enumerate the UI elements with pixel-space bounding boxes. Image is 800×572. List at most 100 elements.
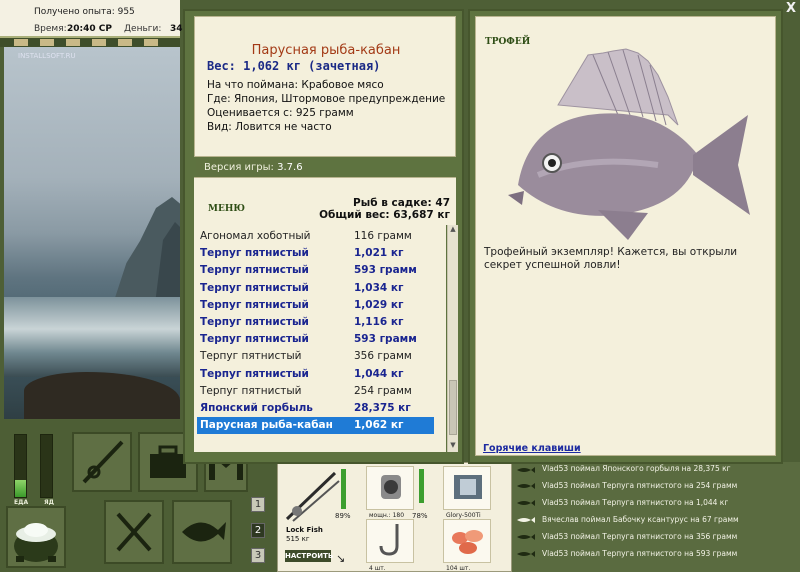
catch-row[interactable]: Парусная рыба-кабан 1,062 кг <box>197 417 434 435</box>
setup-button[interactable]: НАСТРОИТЬ <box>285 550 333 562</box>
feed-line: Вячеслав поймал Бабочку ксантурус на 67 … <box>542 515 739 524</box>
toolbar-button[interactable] <box>118 39 132 46</box>
line-caption: Glory-500Ti <box>446 512 481 519</box>
experience-text: Получено опыта: 955 <box>34 7 135 17</box>
feed-line: Vlad53 поймал Терпуга пятнистого на 593 … <box>542 549 738 558</box>
keepnet-total-weight: Общий вес: 63,687 кг <box>319 209 450 221</box>
page-button-1[interactable]: 1 <box>251 497 265 512</box>
fork-knife-icon <box>116 512 152 552</box>
tackle-panel: Lock Fish 515 кг 89% НАСТРОИТЬ ↘ мощн.: … <box>277 462 512 572</box>
catch-fish-weight: 1,021 кг <box>354 247 404 260</box>
catch-fish-name: Терпуг пятнистый <box>200 350 302 363</box>
toolbar-button[interactable] <box>40 39 54 46</box>
catch-fish-weight: 1,044 кг <box>354 367 404 380</box>
reel-caption: мощн.: 180 <box>369 512 405 519</box>
catch-fish-name: Терпуг пятнистый <box>200 264 309 277</box>
fish-icon <box>517 500 535 506</box>
reel-slot[interactable]: мощн.: 180 <box>366 466 414 519</box>
catch-row[interactable]: Терпуг пятнистый 1,116 кг <box>197 314 434 331</box>
catch-row[interactable]: Терпуг пятнистый 1,029 кг <box>197 297 434 314</box>
fish-icon <box>517 551 535 557</box>
catch-fish-weight: 1,062 кг <box>354 419 404 432</box>
catch-list-scrollbar[interactable]: ▲ ▼ <box>447 225 458 452</box>
catch-fish-weight: 356 грамм <box>354 350 412 363</box>
fish-button[interactable] <box>172 500 232 564</box>
feed-line: Vlad53 поймал Терпуга пятнистого на 1,04… <box>542 498 729 507</box>
version-value: 3.7.6 <box>277 162 303 173</box>
rod-percent: 89% <box>335 512 351 520</box>
line-slot[interactable]: Glory-500Ti <box>443 466 491 519</box>
catch-fish-name: Терпуг пятнистый <box>200 298 309 311</box>
time-label: Время: <box>34 24 67 34</box>
menu-button[interactable]: МЕНЮ <box>208 204 245 214</box>
rod-icon <box>82 440 124 484</box>
food-label: ЕДА <box>14 499 29 506</box>
fish-weight: Вес: 1,062 кг (зачетная) <box>207 59 381 73</box>
trophy-message: Трофейный экземпляр! Кажется, вы открыли… <box>484 246 738 271</box>
fishing-scene[interactable]: INSTALLSOFT.RU <box>4 47 180 419</box>
catch-row[interactable]: Агономал хоботный 116 грамм <box>197 228 434 245</box>
scroll-thumb[interactable] <box>449 380 457 435</box>
fish-icon <box>517 483 535 489</box>
status-bar: Получено опыта: 955 Время: 20:40 СР День… <box>0 0 183 38</box>
left-toolbar <box>0 38 180 47</box>
catch-fish-weight: 28,375 кг <box>354 402 411 414</box>
toolbar-button[interactable] <box>14 39 28 46</box>
rod-condition-bar <box>341 469 346 509</box>
catch-row[interactable]: Японский горбыль 28,375 кг <box>197 400 434 417</box>
catch-row[interactable]: Терпуг пятнистый 356 грамм <box>197 348 434 365</box>
close-button[interactable]: X <box>784 2 798 16</box>
catch-row[interactable]: Терпуг пятнистый 1,044 кг <box>197 366 434 383</box>
scroll-down-icon[interactable]: ▼ <box>448 441 458 452</box>
fish-location: Где: Япония, Штормовое предупреждение <box>207 93 446 105</box>
bait-slot[interactable]: 104 шт. <box>443 519 491 572</box>
groundbait-pot-button[interactable] <box>6 506 66 568</box>
catch-fish-name: Терпуг пятнистый <box>200 316 309 328</box>
catch-fish-name: Терпуг пятнистый <box>200 367 309 380</box>
catch-row[interactable]: Терпуг пятнистый 593 грамм <box>197 262 434 279</box>
kitchen-button[interactable] <box>104 500 164 564</box>
hotkeys-link[interactable]: Горячие клавиши <box>483 443 581 454</box>
keepnet-panel: Парусная рыба-кабан Вес: 1,062 кг (зачет… <box>183 9 464 464</box>
catch-fish-name: Терпуг пятнистый <box>200 247 309 260</box>
food-meter-fill <box>15 479 26 497</box>
scroll-up-icon[interactable]: ▲ <box>448 225 458 236</box>
page-button-3[interactable]: 3 <box>251 548 265 563</box>
rods-button[interactable] <box>72 432 132 492</box>
page-button-2[interactable]: 2 <box>251 523 265 538</box>
toolbar-button[interactable] <box>144 39 158 46</box>
sea-waves <box>4 297 180 377</box>
catch-row[interactable]: Терпуг пятнистый 593 грамм <box>197 331 434 348</box>
catch-fish-name: Терпуг пятнистый <box>200 281 309 294</box>
poison-meter <box>40 434 53 498</box>
fish-kind: Вид: Ловится не часто <box>207 121 332 133</box>
feed-line: Vlad53 поймал Японского горбыля на 28,37… <box>542 464 731 473</box>
poison-label: ЯД <box>44 499 54 506</box>
shore-rock <box>24 372 180 419</box>
catch-fish-weight: 1,116 кг <box>354 316 404 328</box>
hook-slot[interactable]: 4 шт. <box>366 519 414 572</box>
pot-icon <box>14 523 58 562</box>
catch-fish-name: Парусная рыба-кабан <box>200 419 333 432</box>
fish-valued-from: Оценивается с: 925 грамм <box>207 107 354 119</box>
hook-count: 4 шт. <box>369 565 386 572</box>
crab-meat-icon <box>452 530 483 554</box>
catch-row[interactable]: Терпуг пятнистый 254 грамм <box>197 383 434 400</box>
food-meter <box>14 434 27 498</box>
line-spool-icon <box>454 475 482 499</box>
keepnet-count: Рыб в садке: 47 <box>353 197 450 209</box>
menu-bar: МЕНЮ Рыб в садке: 47 Общий вес: 63,687 к… <box>194 177 456 225</box>
hook-icon <box>379 524 399 556</box>
watermark: INSTALLSOFT.RU <box>18 52 76 60</box>
money-value: 34 <box>170 24 183 34</box>
arrow-icon: ↘ <box>336 552 346 565</box>
toolbar-button[interactable] <box>92 39 106 46</box>
catch-fish-weight: 1,034 кг <box>354 281 404 294</box>
rod-icon[interactable] <box>281 467 341 527</box>
catch-fish-weight: 1,029 кг <box>354 298 404 311</box>
fish-bait: На что поймана: Крабовое мясо <box>207 79 384 91</box>
toolbar-button[interactable] <box>66 39 80 46</box>
catch-row[interactable]: Терпуг пятнистый 1,021 кг <box>197 245 434 262</box>
fish-icon <box>517 517 535 523</box>
catch-row[interactable]: Терпуг пятнистый 1,034 кг <box>197 280 434 297</box>
